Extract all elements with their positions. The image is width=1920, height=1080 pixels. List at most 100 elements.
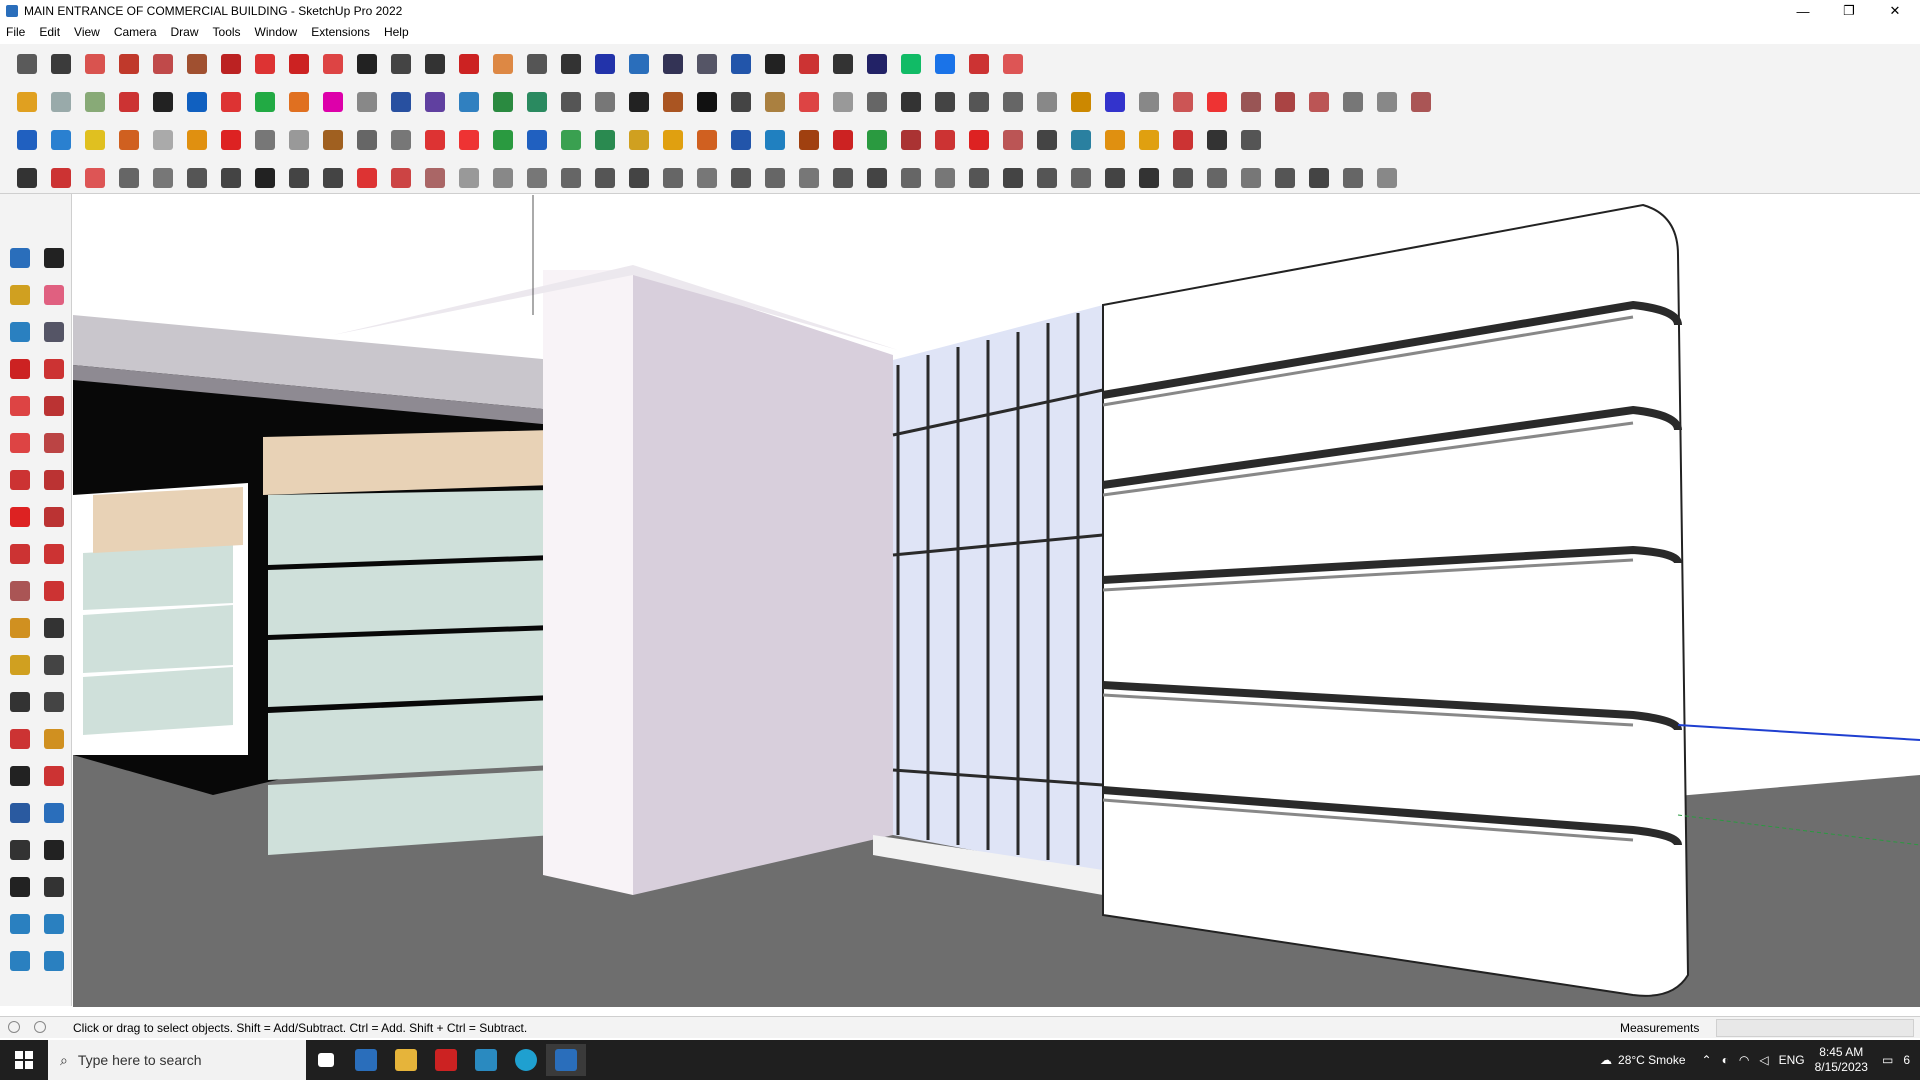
restore-button[interactable]: ❐ (1826, 0, 1872, 22)
toolbar-tool-icon[interactable] (556, 87, 586, 117)
toolbar-tool-icon[interactable] (420, 87, 450, 117)
weather-text[interactable]: 28°C Smoke (1618, 1053, 1686, 1067)
toolbar-tool-icon[interactable] (1066, 87, 1096, 117)
toolbar-tool-icon[interactable] (114, 49, 144, 79)
toolbar-tool-icon[interactable] (182, 163, 212, 193)
palette-tool-icon[interactable] (6, 836, 34, 864)
toolbar-tool-icon[interactable] (488, 125, 518, 155)
palette-tool-icon[interactable] (40, 540, 68, 568)
toolbar-tool-icon[interactable] (828, 49, 858, 79)
toolbar-tool-icon[interactable] (760, 87, 790, 117)
toolbar-tool-icon[interactable] (1134, 163, 1164, 193)
palette-tool-icon[interactable] (6, 281, 34, 309)
toolbar-tool-icon[interactable] (522, 49, 552, 79)
toolbar-tool-icon[interactable] (284, 87, 314, 117)
toolbar-tool-icon[interactable] (964, 163, 994, 193)
toolbar-tool-icon[interactable] (46, 163, 76, 193)
toolbar-tool-icon[interactable] (250, 125, 280, 155)
palette-tool-icon[interactable] (6, 725, 34, 753)
toolbar-tool-icon[interactable] (46, 87, 76, 117)
toolbar-tool-icon[interactable] (1134, 87, 1164, 117)
toolbar-tool-icon[interactable] (386, 163, 416, 193)
palette-tool-icon[interactable] (40, 614, 68, 642)
toolbar-tool-icon[interactable] (318, 49, 348, 79)
toolbar-tool-icon[interactable] (318, 163, 348, 193)
autocad-icon[interactable] (426, 1044, 466, 1076)
menu-window[interactable]: Window (255, 25, 298, 39)
palette-tool-icon[interactable] (40, 318, 68, 346)
toolbar-tool-icon[interactable] (828, 125, 858, 155)
palette-tool-icon[interactable] (40, 725, 68, 753)
palette-tool-icon[interactable] (6, 503, 34, 531)
toolbar-tool-icon[interactable] (522, 125, 552, 155)
toolbar-tool-icon[interactable] (182, 87, 212, 117)
palette-tool-icon[interactable] (6, 355, 34, 383)
toolbar-tool-icon[interactable] (1168, 163, 1198, 193)
palette-tool-icon[interactable] (6, 577, 34, 605)
palette-tool-icon[interactable] (40, 355, 68, 383)
toolbar-tool-icon[interactable] (1270, 163, 1300, 193)
palette-tool-icon[interactable] (40, 429, 68, 457)
palette-tool-icon[interactable] (40, 392, 68, 420)
menu-help[interactable]: Help (384, 25, 409, 39)
toolbar-tool-icon[interactable] (1100, 163, 1130, 193)
toolbar-tool-icon[interactable] (590, 125, 620, 155)
toolbar-tool-icon[interactable] (148, 87, 178, 117)
toolbar-tool-icon[interactable] (216, 163, 246, 193)
close-button[interactable]: ✕ (1872, 0, 1918, 22)
toolbar-tool-icon[interactable] (998, 163, 1028, 193)
toolbar-tool-icon[interactable] (794, 49, 824, 79)
toolbar-tool-icon[interactable] (1032, 163, 1062, 193)
toolbar-tool-icon[interactable] (896, 87, 926, 117)
toolbar-tool-icon[interactable] (998, 49, 1028, 79)
info-icon[interactable] (34, 1021, 46, 1033)
toolbar-tool-icon[interactable] (12, 87, 42, 117)
toolbar-tool-icon[interactable] (250, 163, 280, 193)
toolbar-tool-icon[interactable] (794, 163, 824, 193)
toolbar-tool-icon[interactable] (12, 125, 42, 155)
toolbar-tool-icon[interactable] (726, 87, 756, 117)
toolbar-tool-icon[interactable] (896, 163, 926, 193)
sketchup-taskbar-icon[interactable] (546, 1044, 586, 1076)
toolbar-tool-icon[interactable] (1236, 87, 1266, 117)
toolbar-tool-icon[interactable] (420, 125, 450, 155)
toolbar-tool-icon[interactable] (1066, 125, 1096, 155)
toolbar-tool-icon[interactable] (216, 87, 246, 117)
toolbar-tool-icon[interactable] (46, 125, 76, 155)
toolbar-tool-icon[interactable] (726, 49, 756, 79)
toolbar-tool-icon[interactable] (1168, 87, 1198, 117)
toolbar-tool-icon[interactable] (930, 125, 960, 155)
toolbar-tool-icon[interactable] (352, 87, 382, 117)
geo-location-icon[interactable] (8, 1021, 20, 1033)
palette-tool-icon[interactable] (6, 466, 34, 494)
toolbar-tool-icon[interactable] (828, 163, 858, 193)
toolbar-tool-icon[interactable] (420, 49, 450, 79)
toolbar-tool-icon[interactable] (794, 125, 824, 155)
toolbar-tool-icon[interactable] (1202, 125, 1232, 155)
toolbar-tool-icon[interactable] (1338, 163, 1368, 193)
toolbar-tool-icon[interactable] (454, 49, 484, 79)
toolbar-tool-icon[interactable] (658, 125, 688, 155)
palette-tool-icon[interactable] (40, 836, 68, 864)
toolbar-tool-icon[interactable] (454, 125, 484, 155)
toolbar-tool-icon[interactable] (1100, 87, 1130, 117)
toolbar-tool-icon[interactable] (1372, 87, 1402, 117)
toolbar-tool-icon[interactable] (862, 125, 892, 155)
menu-camera[interactable]: Camera (114, 25, 157, 39)
menu-tools[interactable]: Tools (213, 25, 241, 39)
toolbar-tool-icon[interactable] (284, 163, 314, 193)
palette-tool-icon[interactable] (6, 614, 34, 642)
language-indicator[interactable]: ENG (1779, 1053, 1805, 1067)
app-icon[interactable] (466, 1044, 506, 1076)
show-hidden-icons-icon[interactable]: ⌃ (1702, 1053, 1712, 1067)
toolbar-tool-icon[interactable] (522, 163, 552, 193)
toolbar-tool-icon[interactable] (1304, 87, 1334, 117)
toolbar-tool-icon[interactable] (624, 49, 654, 79)
toolbar-tool-icon[interactable] (692, 163, 722, 193)
toolbar-tool-icon[interactable] (828, 87, 858, 117)
toolbar-tool-icon[interactable] (148, 49, 178, 79)
menu-extensions[interactable]: Extensions (311, 25, 370, 39)
toolbar-tool-icon[interactable] (658, 163, 688, 193)
clock[interactable]: 8:45 AM 8/15/2023 (1815, 1045, 1868, 1075)
toolbar-tool-icon[interactable] (998, 125, 1028, 155)
